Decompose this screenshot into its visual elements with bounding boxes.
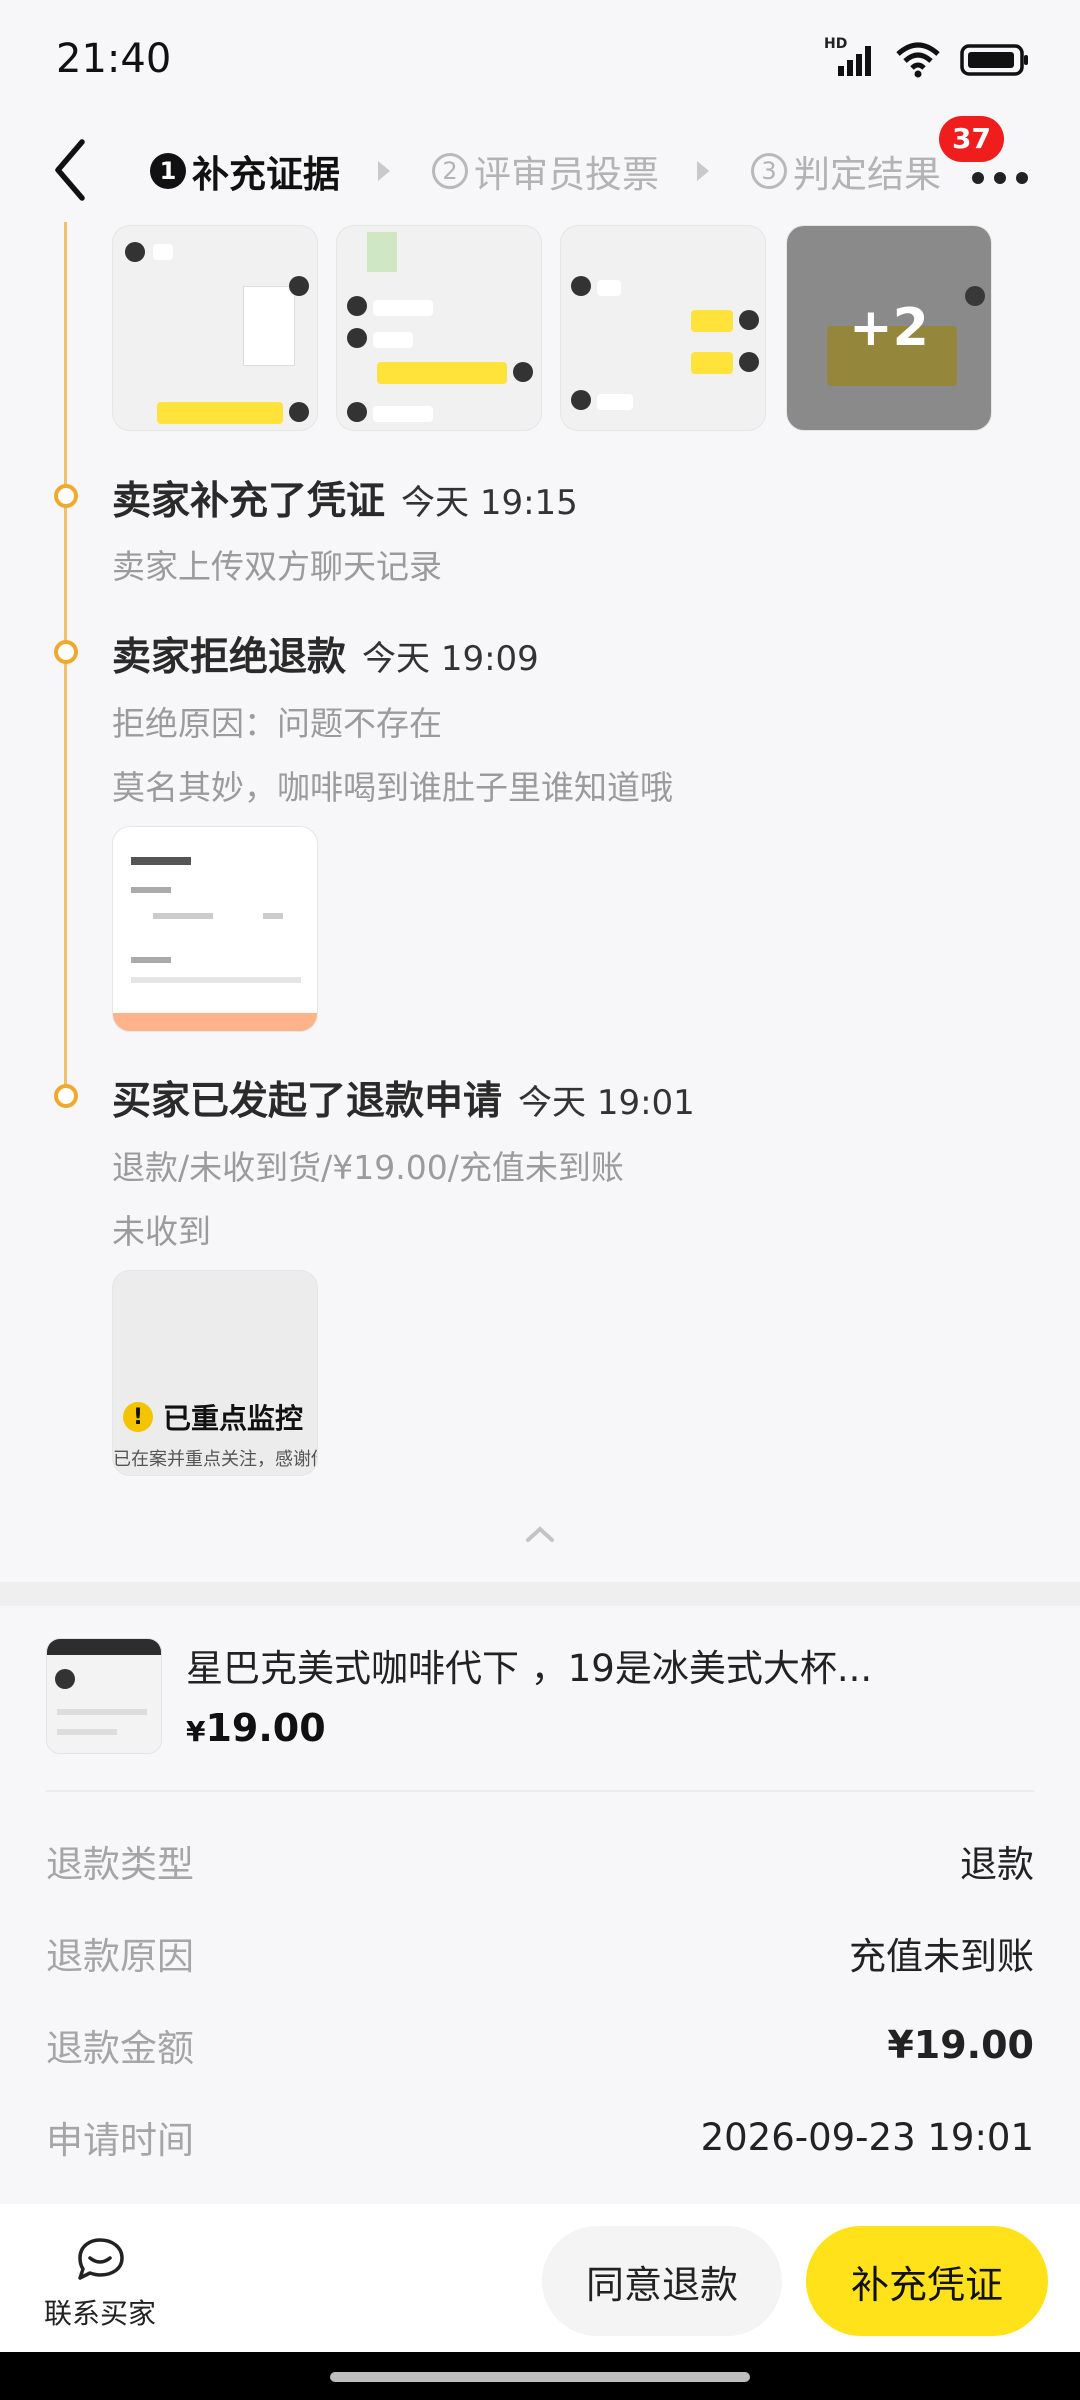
product-image[interactable]: [46, 1638, 162, 1754]
monitor-label-text: 已重点监控: [163, 1402, 304, 1435]
step-judgement-result: 3 判定结果: [751, 144, 941, 198]
step-arrow-icon: [697, 161, 709, 181]
section-divider: [0, 1582, 1080, 1606]
product-title[interactable]: 星巴克美式咖啡代下 ，19是冰美式大杯...: [186, 1638, 872, 1692]
monitor-label: ! 已重点监控: [123, 1397, 303, 1437]
more-icon: [972, 172, 1028, 184]
step-label: 评审员投票: [474, 153, 659, 196]
evidence-thumbnail[interactable]: ! 已重点监控 已在案并重点关注，感谢你: [112, 1270, 318, 1476]
step-reviewer-vote: 2 评审员投票: [432, 144, 659, 198]
timeline-node-icon: [54, 1084, 78, 1108]
status-bar: 21:40 HD: [0, 0, 1080, 118]
evidence-thumbnail[interactable]: [336, 225, 542, 431]
contact-buyer-button[interactable]: 联系买家: [40, 2236, 160, 2332]
notification-badge: 37: [939, 116, 1004, 162]
info-label: 退款金额: [46, 2027, 194, 2070]
chat-icon: [78, 2238, 124, 2280]
info-label: 申请时间: [46, 2119, 194, 2162]
price-value: 19.00: [205, 1706, 326, 1750]
step-number: 2: [432, 153, 468, 189]
chevron-up-icon: [526, 1526, 554, 1542]
info-row-refund-type: 退款类型 退款: [46, 1834, 1034, 1888]
info-row-refund-reason: 退款原因 充值未到账: [46, 1926, 1034, 1980]
more-evidence-count: +2: [787, 226, 991, 430]
nav-bar: 1 补充证据 2 评审员投票 3 判定结果 37: [0, 116, 1080, 228]
event-description: 退款/未收到货/¥19.00/充值未到账: [112, 1148, 624, 1187]
supplement-evidence-button[interactable]: 补充凭证: [806, 2226, 1048, 2336]
event-description: 莫名其妙，咖啡喝到谁肚子里谁知道哦: [112, 768, 673, 807]
info-value: 2026-09-23 19:01: [700, 2115, 1034, 2159]
agree-refund-button[interactable]: 同意退款: [542, 2226, 782, 2336]
monitor-subtext: 已在案并重点关注，感谢你: [113, 1449, 318, 1470]
event-time: 今天 19:01: [518, 1083, 695, 1123]
step-arrow-icon: [378, 161, 390, 181]
evidence-thumbnail-more[interactable]: +2: [786, 225, 992, 431]
info-value: 充值未到账: [849, 1935, 1034, 1978]
event-description: 未收到: [112, 1212, 211, 1251]
more-button[interactable]: 37: [939, 116, 1040, 202]
battery-icon: [960, 44, 1028, 76]
event-description: 卖家上传双方聊天记录: [112, 547, 442, 586]
info-value: ¥19.00: [887, 2023, 1034, 2067]
info-label: 退款类型: [46, 1843, 194, 1886]
timeline-event-title: 卖家拒绝退款 今天 19:09: [112, 626, 539, 682]
progress-steps: 1 补充证据 2 评审员投票 3 判定结果: [150, 136, 941, 206]
collapse-button[interactable]: [524, 1524, 556, 1544]
currency-symbol: ¥: [186, 1715, 206, 1748]
product-price: ¥19.00: [186, 1706, 326, 1750]
event-description: 拒绝原因：问题不存在: [112, 704, 442, 743]
info-row-refund-amount: 退款金额 ¥19.00: [46, 2018, 1034, 2072]
info-row-apply-time: 申请时间 2026-09-23 19:01: [46, 2110, 1034, 2164]
bottom-action-bar: 联系买家 同意退款 补充凭证: [0, 2204, 1080, 2352]
evidence-thumbnail[interactable]: [560, 225, 766, 431]
info-value: 退款: [960, 1843, 1034, 1886]
divider: [46, 1790, 1034, 1792]
status-time: 21:40: [56, 36, 172, 82]
timeline-node-icon: [54, 484, 78, 508]
event-title-text: 卖家补充了凭证: [112, 479, 386, 524]
home-indicator[interactable]: [330, 2372, 750, 2382]
timeline-event-title: 买家已发起了退款申请 今天 19:01: [112, 1070, 695, 1126]
status-icons: HD: [824, 36, 1030, 78]
event-time: 今天 19:09: [362, 639, 539, 679]
evidence-thumbnail[interactable]: [112, 826, 318, 1032]
event-title-text: 买家已发起了退款申请: [112, 1079, 503, 1124]
warning-icon: !: [123, 1402, 153, 1432]
info-label: 退款原因: [46, 1935, 194, 1978]
signal-icon: HD: [824, 36, 876, 78]
event-title-text: 卖家拒绝退款: [112, 635, 347, 680]
step-number: 1: [150, 153, 186, 189]
wifi-icon: [896, 42, 940, 78]
timeline-event-title: 卖家补充了凭证 今天 19:15: [112, 470, 578, 526]
step-number: 3: [751, 153, 787, 189]
back-button[interactable]: [44, 130, 104, 210]
step-label: 判定结果: [793, 153, 941, 196]
evidence-thumbnail[interactable]: [112, 225, 318, 431]
timeline-node-icon: [54, 640, 78, 664]
step-label: 补充证据: [192, 153, 340, 196]
back-icon: [55, 139, 85, 201]
step-supplement-evidence: 1 补充证据: [150, 144, 340, 198]
contact-buyer-label: 联系买家: [43, 2297, 156, 2330]
event-time: 今天 19:15: [401, 483, 578, 523]
